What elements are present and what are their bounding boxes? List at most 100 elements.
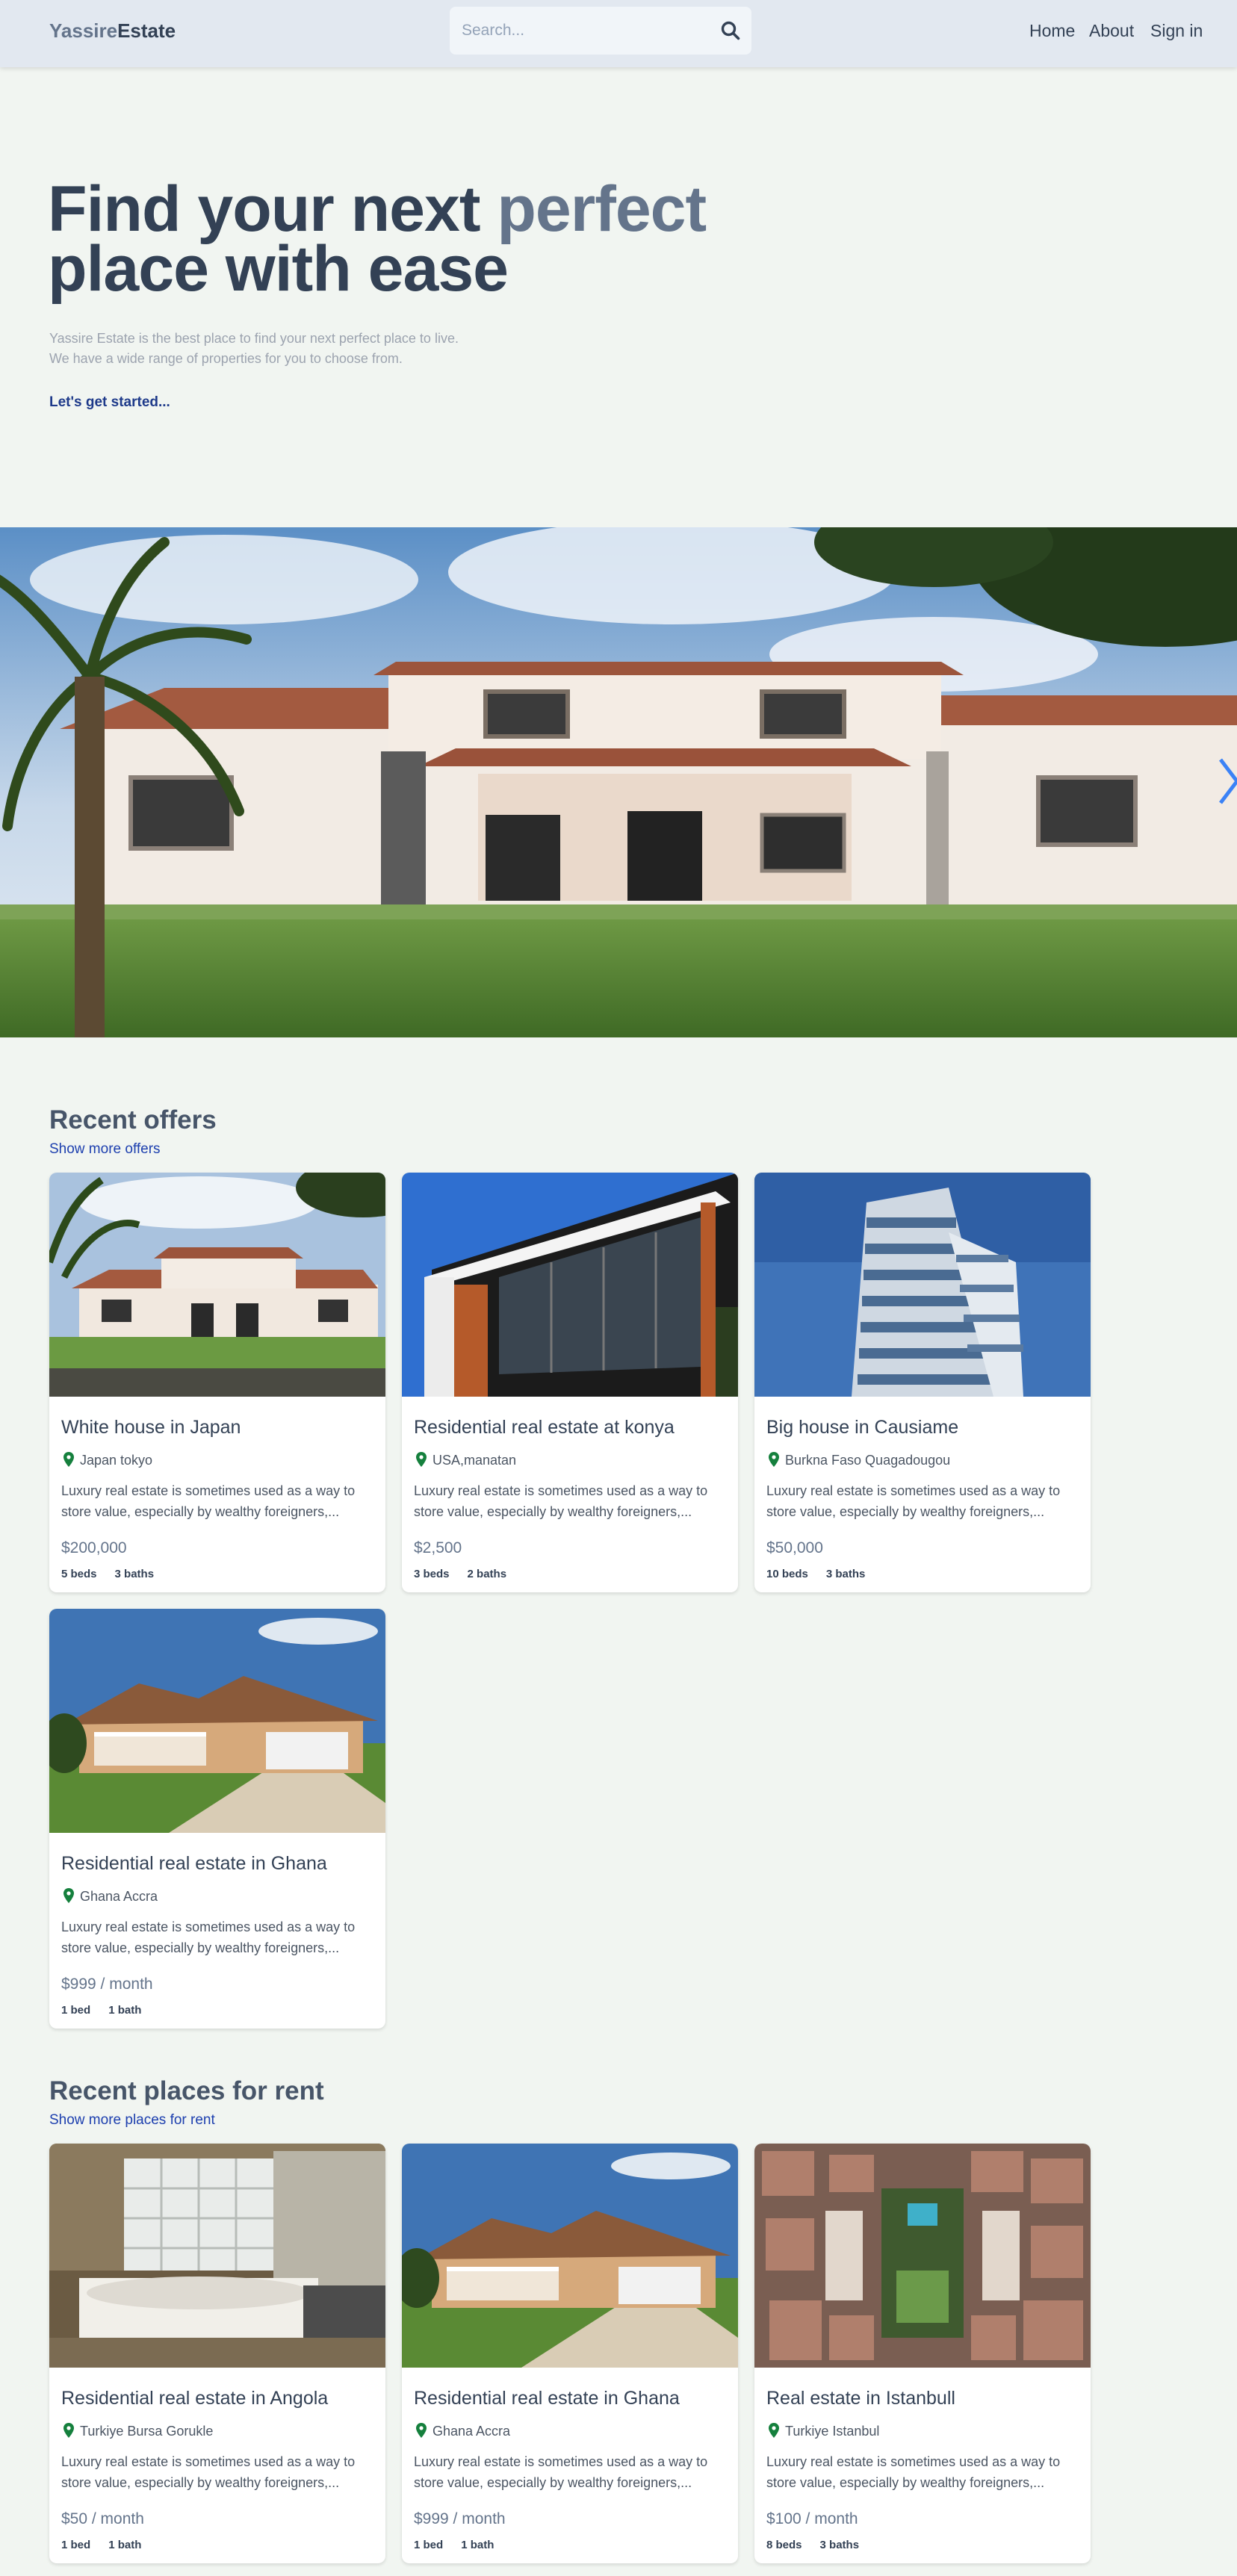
listing-baths: 1 bath [108, 2539, 142, 2551]
listing-baths: 2 baths [467, 1568, 507, 1580]
listing-beds: 10 beds [766, 1568, 808, 1580]
hero-heading-line-2: place with ease [48, 233, 509, 305]
show-more-rent-link[interactable]: Show more places for rent [49, 2111, 215, 2129]
suburban-house-photo [49, 1609, 385, 1833]
listing-location: Turkiye Bursa Gorukle [61, 2423, 213, 2439]
listing-description: Luxury real estate is sometimes used as … [766, 1483, 1061, 1519]
listing-title: Big house in Causiame [766, 1417, 959, 1438]
search-button[interactable] [720, 20, 741, 41]
listing-description: Luxury real estate is sometimes used as … [766, 2454, 1061, 2490]
listing-description: Luxury real estate is sometimes used as … [414, 1483, 708, 1519]
recent-offers-heading: Recent offers [49, 1105, 217, 1135]
nav-home-link[interactable]: Home [1029, 19, 1075, 42]
apartment-tower-photo [754, 1173, 1091, 1397]
listing-card[interactable]: Residential real estate in Ghana Ghana A… [49, 1609, 385, 2029]
listing-location-text: USA,manatan [433, 1453, 517, 1468]
listing-beds: 5 beds [61, 1568, 97, 1580]
listing-features: 1 bed 1 bath [61, 2538, 159, 2553]
listing-title: White house in Japan [61, 1417, 241, 1438]
listing-price: $50 / month [61, 2510, 144, 2527]
listing-card[interactable]: Residential real estate in Angola Turkiy… [49, 2144, 385, 2563]
listing-baths: 1 bath [461, 2539, 495, 2551]
listing-title: Residential real estate in Angola [61, 2388, 329, 2409]
listing-beds: 3 beds [414, 1568, 450, 1580]
slider-house-image [0, 527, 1237, 1037]
listing-beds: 8 beds [766, 2539, 802, 2551]
show-more-offers-link[interactable]: Show more offers [49, 1140, 161, 1158]
hero-heading: Find your next perfect place with ease [48, 177, 707, 301]
listing-features: 1 bed 1 bath [414, 2538, 512, 2553]
get-started-link[interactable]: Let's get started... [49, 394, 170, 411]
white-house-photo [49, 1173, 385, 1397]
listing-baths: 1 bath [108, 2004, 142, 2017]
listing-location-text: Japan tokyo [80, 1453, 153, 1468]
listing-price: $2,500 [414, 1539, 462, 1557]
nav-sign-in-link[interactable]: Sign in [1150, 19, 1203, 42]
listing-location: Ghana Accra [414, 2423, 510, 2439]
hero-subtitle-line-1: Yassire Estate is the best place to find… [49, 331, 459, 346]
recent-rent-heading: Recent places for rent [49, 2076, 324, 2105]
listing-features: 8 beds 3 baths [766, 2538, 877, 2553]
suburban-house-photo [402, 2144, 738, 2368]
listing-price: $200,000 [61, 1539, 127, 1557]
listing-card[interactable]: Residential real estate at konya USA,man… [402, 1173, 738, 1592]
listing-image [402, 2144, 738, 2368]
listing-location: Burkna Faso Quagadougou [766, 1452, 950, 1468]
listing-description: Luxury real estate is sometimes used as … [414, 2454, 708, 2490]
slider-next-button[interactable] [1218, 755, 1237, 807]
search-icon [721, 21, 740, 40]
listing-features: 10 beds 3 baths [766, 1567, 883, 1582]
listing-image [49, 1609, 385, 1833]
listing-location: USA,manatan [414, 1452, 516, 1468]
listing-beds: 1 bed [61, 2539, 91, 2551]
nav-about-link[interactable]: About [1089, 19, 1134, 42]
listing-beds: 1 bed [414, 2539, 444, 2551]
listing-location-text: Turkiye Istanbul [785, 2424, 880, 2439]
map-pin-icon [416, 2423, 427, 2438]
map-pin-icon [769, 1452, 779, 1467]
hero-heading-accent: perfect [497, 173, 707, 245]
modern-house-photo [402, 1173, 738, 1397]
map-pin-icon [769, 2423, 779, 2438]
listing-description: Luxury real estate is sometimes used as … [61, 1483, 356, 1519]
listing-location-text: Burkna Faso Quagadougou [785, 1453, 951, 1468]
listing-price: $100 / month [766, 2510, 858, 2527]
hero-image-slider[interactable] [0, 527, 1237, 1037]
logo-part-1: Yassire [49, 19, 118, 42]
site-logo[interactable]: YassireEstate [49, 19, 176, 42]
listing-card[interactable]: Residential real estate in Ghana Ghana A… [402, 2144, 738, 2563]
listing-title: Residential real estate in Ghana [414, 2388, 680, 2409]
listing-features: 5 beds 3 baths [61, 1567, 172, 1582]
listing-description: Luxury real estate is sometimes used as … [61, 2454, 356, 2490]
map-pin-icon [416, 1452, 427, 1467]
listing-features: 3 beds 2 baths [414, 1567, 524, 1582]
listing-card[interactable]: Real estate in Istanbull Turkiye Istanbu… [754, 2144, 1091, 2563]
listing-location: Ghana Accra [61, 1888, 158, 1905]
listing-image [402, 1173, 738, 1397]
search-input[interactable] [462, 7, 708, 55]
map-pin-icon [63, 2423, 74, 2438]
listing-image [754, 1173, 1091, 1397]
listing-image [754, 2144, 1091, 2368]
listing-location: Japan tokyo [61, 1452, 152, 1468]
hero-subtitle-line-2: We have a wide range of properties for y… [49, 351, 403, 366]
listing-title: Real estate in Istanbull [766, 2388, 955, 2409]
map-pin-icon [63, 1888, 74, 1903]
listing-location-text: Ghana Accra [80, 1889, 158, 1904]
listing-features: 1 bed 1 bath [61, 2003, 159, 2018]
map-pin-icon [63, 1452, 74, 1467]
listing-beds: 1 bed [61, 2004, 91, 2017]
listing-card[interactable]: White house in Japan Japan tokyo Luxury … [49, 1173, 385, 1592]
listing-baths: 3 baths [819, 2539, 860, 2551]
listing-image [49, 2144, 385, 2368]
listing-card[interactable]: Big house in Causiame Burkna Faso Quagad… [754, 1173, 1091, 1592]
listing-baths: 3 baths [114, 1568, 155, 1580]
listing-description: Luxury real estate is sometimes used as … [61, 1919, 356, 1955]
listing-price: $999 / month [414, 2510, 506, 2527]
bathroom-photo [49, 2144, 385, 2368]
logo-part-2: Estate [117, 19, 176, 42]
aerial-city-photo [754, 2144, 1091, 2368]
listing-price: $50,000 [766, 1539, 823, 1557]
listing-image [49, 1173, 385, 1397]
listing-location-text: Ghana Accra [433, 2424, 511, 2439]
